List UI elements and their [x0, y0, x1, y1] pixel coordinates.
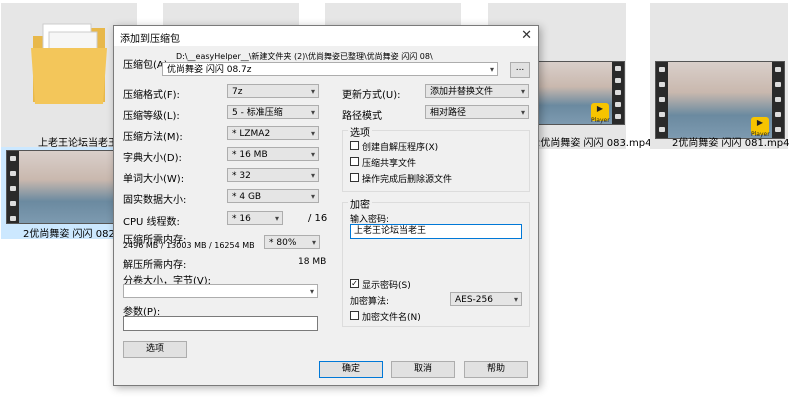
tile-caption: 2优尚舞姿 闪闪 081.mp4 — [672, 138, 790, 149]
video-tile-selected[interactable]: 2优尚舞姿 闪闪 082.mp — [1, 147, 134, 240]
tile-caption: 2优尚舞姿 闪闪 083.mp4 — [534, 138, 652, 149]
video-thumbnail — [6, 150, 123, 224]
browse-button[interactable]: ... — [510, 62, 530, 78]
encrypt-names-checkbox[interactable] — [350, 311, 359, 320]
encrypt-method-value: AES-256 — [455, 295, 493, 305]
chevron-down-icon: ▾ — [311, 238, 316, 247]
mem-decomp-value: 18 MB — [298, 257, 327, 267]
delete-label: 操作完成后删除源文件 — [362, 175, 453, 185]
video-tile[interactable]: ▶ Player 2优尚舞姿 闪闪 081.mp4 — [650, 3, 790, 149]
dict-value: * 16 MB — [232, 150, 268, 160]
archive-name-field[interactable]: 优尚舞姿 闪闪 08.7z ▾ — [162, 62, 498, 76]
update-label: 更新方式(U): — [342, 90, 401, 101]
update-select[interactable]: 添加并替换文件 ▾ — [425, 84, 529, 98]
show-password-label: 显示密码(S) — [362, 281, 411, 291]
dict-select[interactable]: * 16 MB ▾ — [227, 147, 319, 161]
method-select[interactable]: * LZMA2 ▾ — [227, 126, 319, 140]
path-value: 相对路径 — [430, 108, 467, 118]
show-password-checkbox[interactable]: ✓ — [350, 279, 359, 288]
format-select[interactable]: 7z ▾ — [227, 84, 319, 98]
chevron-down-icon: ▾ — [310, 192, 315, 201]
method-label: 压缩方法(M): — [123, 132, 183, 143]
file-tile[interactable] — [163, 3, 299, 25]
player-icon: ▶ Player — [591, 103, 610, 124]
chevron-down-icon: ▾ — [310, 129, 315, 138]
solid-label: 固实数据大小: — [123, 195, 187, 206]
add-to-archive-dialog: 添加到压缩包 ✕ 压缩包(A): D:\__easyHelper__\新建文件夹… — [113, 25, 539, 386]
close-icon[interactable]: ✕ — [521, 28, 532, 43]
chevron-down-icon: ▾ — [489, 65, 494, 74]
encrypt-method-label: 加密算法: — [350, 297, 390, 307]
options-group-title: 选项 — [348, 124, 372, 139]
player-icon: ▶ Player — [751, 117, 770, 138]
options-button[interactable]: 选项 — [123, 341, 187, 358]
file-tile[interactable] — [325, 3, 461, 25]
archive-name-value: 优尚舞姿 闪闪 08.7z — [167, 65, 252, 75]
mem-percent-value: * 80% — [269, 238, 297, 248]
chevron-down-icon: ▾ — [310, 171, 315, 180]
chevron-down-icon: ▾ — [274, 214, 279, 223]
word-label: 单词大小(W): — [123, 174, 185, 185]
solid-select[interactable]: * 4 GB ▾ — [227, 189, 319, 203]
method-value: * LZMA2 — [232, 129, 271, 139]
shared-checkbox[interactable] — [350, 157, 359, 166]
shared-label: 压缩共享文件 — [362, 159, 417, 169]
video-thumbnail: ▶ Player — [655, 61, 785, 139]
dict-label: 字典大小(D): — [123, 153, 182, 164]
threads-label: CPU 线程数: — [123, 217, 180, 228]
threads-value: * 16 — [232, 214, 251, 224]
chevron-down-icon: ▾ — [513, 295, 518, 304]
mem-comp-values: 2496 MB / 13003 MB / 16254 MB — [123, 241, 255, 250]
level-select[interactable]: 5 - 标准压缩 ▾ — [227, 105, 319, 119]
encrypt-method-select[interactable]: AES-256 ▾ — [450, 292, 522, 306]
chevron-down-icon: ▾ — [310, 87, 315, 96]
password-input[interactable]: 上老王论坛当老王 — [350, 224, 522, 239]
threads-select[interactable]: * 16 ▾ — [227, 211, 283, 225]
format-value: 7z — [232, 87, 243, 97]
sfx-checkbox[interactable] — [350, 141, 359, 150]
encryption-group-title: 加密 — [348, 196, 372, 211]
chevron-down-icon: ▾ — [520, 87, 525, 96]
solid-value: * 4 GB — [232, 192, 262, 202]
dialog-title: 添加到压缩包 — [120, 34, 180, 45]
chevron-down-icon: ▾ — [310, 150, 315, 159]
chevron-down-icon: ▾ — [520, 108, 525, 117]
sfx-label: 创建自解压程序(X) — [362, 143, 439, 153]
path-select[interactable]: 相对路径 ▾ — [425, 105, 529, 119]
mem-decomp-label: 解压所需内存: — [123, 260, 187, 271]
chevron-down-icon: ▾ — [309, 287, 314, 296]
delete-checkbox[interactable] — [350, 173, 359, 182]
help-button[interactable]: 帮助 — [464, 361, 528, 378]
ok-button[interactable]: 确定 — [319, 361, 383, 378]
params-input[interactable] — [123, 316, 318, 331]
folder-icon — [29, 18, 109, 108]
update-value: 添加并替换文件 — [430, 87, 494, 97]
video-thumbnail: ▶ Player — [537, 61, 625, 125]
cancel-button[interactable]: 取消 — [391, 361, 455, 378]
encrypt-names-label: 加密文件名(N) — [362, 313, 421, 323]
threads-total: / 16 — [308, 213, 328, 224]
word-value: * 32 — [232, 171, 251, 181]
level-value: 5 - 标准压缩 — [232, 108, 283, 118]
path-label: 路径模式 — [342, 111, 382, 122]
split-select[interactable]: ▾ — [123, 284, 318, 298]
word-select[interactable]: * 32 ▾ — [227, 168, 319, 182]
title-bar: 添加到压缩包 ✕ — [114, 26, 538, 46]
archive-path: D:\__easyHelper__\新建文件夹 (2)\优尚舞姿已整理\优尚舞姿… — [176, 52, 433, 61]
chevron-down-icon: ▾ — [310, 108, 315, 117]
format-label: 压缩格式(F): — [123, 90, 180, 101]
mem-percent-select[interactable]: * 80% ▾ — [264, 235, 320, 249]
level-label: 压缩等级(L): — [123, 111, 180, 122]
